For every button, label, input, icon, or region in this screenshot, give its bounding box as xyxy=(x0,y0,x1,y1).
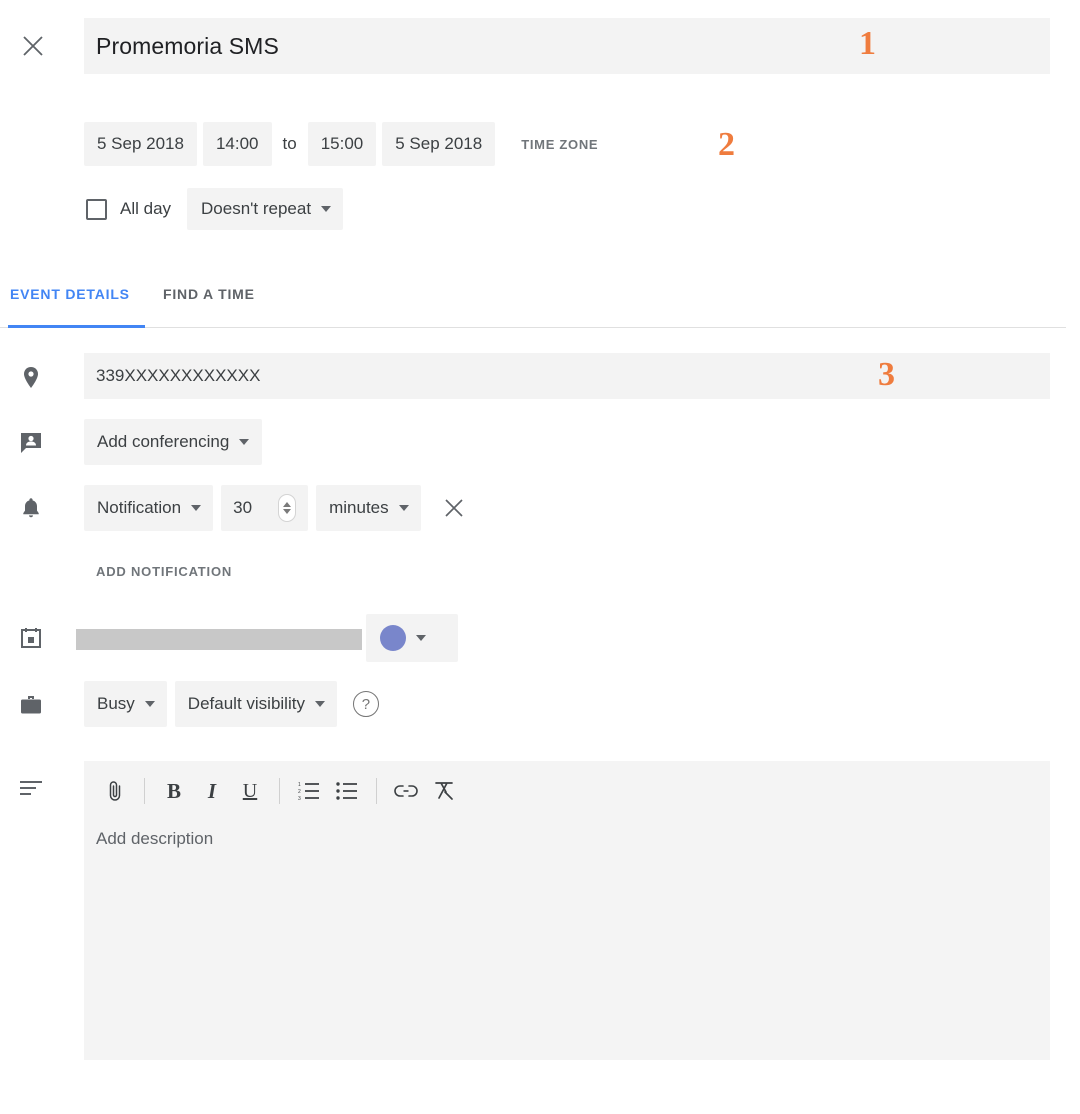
recurrence-label: Doesn't repeat xyxy=(201,199,312,218)
busy-label: Busy xyxy=(97,694,135,713)
italic-icon[interactable]: I xyxy=(193,772,231,810)
tab-active-indicator xyxy=(8,325,145,328)
event-title-input[interactable]: Promemoria SMS xyxy=(84,18,1050,74)
busy-dropdown[interactable]: Busy xyxy=(84,681,167,727)
recurrence-dropdown[interactable]: Doesn't repeat xyxy=(187,188,344,230)
tab-event-details-label: EVENT DETAILS xyxy=(10,286,130,302)
annotation-2: 2 xyxy=(718,126,735,163)
all-day-label: All day xyxy=(120,199,172,218)
event-color-dropdown[interactable] xyxy=(366,614,458,662)
calendar-icon xyxy=(18,625,44,651)
end-date-text: 5 Sep 2018 xyxy=(395,134,483,153)
allday-row: All day Doesn't repeat xyxy=(86,188,344,230)
close-icon[interactable] xyxy=(16,29,50,63)
notification-amount-value: 30 xyxy=(233,498,253,517)
tab-bar: EVENT DETAILS FIND A TIME xyxy=(0,284,1080,328)
description-box[interactable]: B I U 1 2 3 Add description xyxy=(84,761,1050,1060)
notification-unit-dropdown[interactable]: minutes xyxy=(316,485,421,531)
datetime-row: 5 Sep 2018 14:00 to 15:00 5 Sep 2018 TIM… xyxy=(84,122,598,166)
tab-divider xyxy=(0,327,1066,328)
chevron-down-icon xyxy=(321,206,332,212)
chevron-down-icon xyxy=(314,701,325,707)
add-conferencing-label: Add conferencing xyxy=(97,432,230,451)
availability-row: Busy Default visibility ? xyxy=(84,681,379,727)
event-title-text: Promemoria SMS xyxy=(96,32,279,59)
start-date-field[interactable]: 5 Sep 2018 xyxy=(84,122,197,166)
start-time-text: 14:00 xyxy=(215,134,259,153)
notification-row: Notification 30 minutes xyxy=(84,485,467,531)
description-input[interactable]: Add description xyxy=(96,829,213,849)
help-glyph: ? xyxy=(361,695,371,713)
bell-icon xyxy=(18,495,44,521)
notification-type-label: Notification xyxy=(97,498,182,517)
tab-find-a-time-label: FIND A TIME xyxy=(163,286,255,302)
location-text: 339XXXXXXXXXXXX xyxy=(96,366,261,385)
end-time-text: 15:00 xyxy=(320,134,364,153)
toolbar-divider xyxy=(376,778,377,804)
numbered-list-icon[interactable]: 1 2 3 xyxy=(290,772,328,810)
toolbar-divider xyxy=(144,778,145,804)
attach-icon[interactable] xyxy=(96,772,134,810)
add-conferencing-dropdown[interactable]: Add conferencing xyxy=(84,419,263,465)
color-dot xyxy=(380,625,406,651)
link-icon[interactable] xyxy=(387,772,425,810)
remove-notification-button[interactable] xyxy=(441,495,467,521)
bold-glyph: B xyxy=(166,778,181,803)
event-editor-page: Promemoria SMS 5 Sep 2018 14:00 to 15:00… xyxy=(0,0,1080,1114)
help-icon[interactable]: ? xyxy=(352,691,379,717)
chevron-down-icon xyxy=(416,635,426,641)
start-date-text: 5 Sep 2018 xyxy=(97,134,184,153)
location-input[interactable]: 339XXXXXXXXXXXX xyxy=(84,353,1050,399)
tab-event-details[interactable]: EVENT DETAILS xyxy=(10,284,130,328)
start-time-field[interactable]: 14:00 xyxy=(202,122,272,166)
description-icon xyxy=(18,775,44,801)
svg-text:3: 3 xyxy=(298,796,301,800)
end-date-field[interactable]: 5 Sep 2018 xyxy=(382,122,496,166)
conferencing-icon xyxy=(18,430,44,456)
location-pin-icon xyxy=(18,365,44,391)
stepper-up-icon xyxy=(283,502,292,507)
description-toolbar: B I U 1 2 3 xyxy=(84,761,463,821)
time-zone-button[interactable]: TIME ZONE xyxy=(521,137,598,152)
notification-unit-label: minutes xyxy=(329,498,389,517)
visibility-dropdown[interactable]: Default visibility xyxy=(174,681,337,727)
chevron-down-icon xyxy=(144,701,155,707)
bulleted-list-icon[interactable] xyxy=(328,772,366,810)
notification-type-dropdown[interactable]: Notification xyxy=(84,485,214,531)
stepper-down-icon xyxy=(283,509,292,514)
visibility-label: Default visibility xyxy=(187,694,305,713)
chevron-down-icon xyxy=(239,439,250,445)
add-notification-button[interactable]: ADD NOTIFICATION xyxy=(96,564,232,579)
svg-text:1: 1 xyxy=(298,782,301,788)
end-time-field[interactable]: 15:00 xyxy=(307,122,377,166)
underline-glyph: U xyxy=(242,779,258,802)
notification-amount-stepper[interactable] xyxy=(278,494,297,522)
bold-icon[interactable]: B xyxy=(155,772,193,810)
briefcase-icon xyxy=(18,692,44,718)
calendar-owner-redacted xyxy=(76,629,362,650)
toolbar-divider xyxy=(279,778,280,804)
chevron-down-icon xyxy=(398,505,409,511)
italic-glyph: I xyxy=(207,778,217,803)
tab-find-a-time[interactable]: FIND A TIME xyxy=(163,284,255,328)
to-label: to xyxy=(282,134,297,153)
all-day-checkbox[interactable] xyxy=(86,198,107,220)
clear-formatting-icon[interactable] xyxy=(425,772,463,810)
chevron-down-icon xyxy=(191,505,202,511)
notification-amount-input[interactable]: 30 xyxy=(221,485,309,531)
underline-icon[interactable]: U xyxy=(231,772,269,810)
svg-text:2: 2 xyxy=(298,789,301,795)
